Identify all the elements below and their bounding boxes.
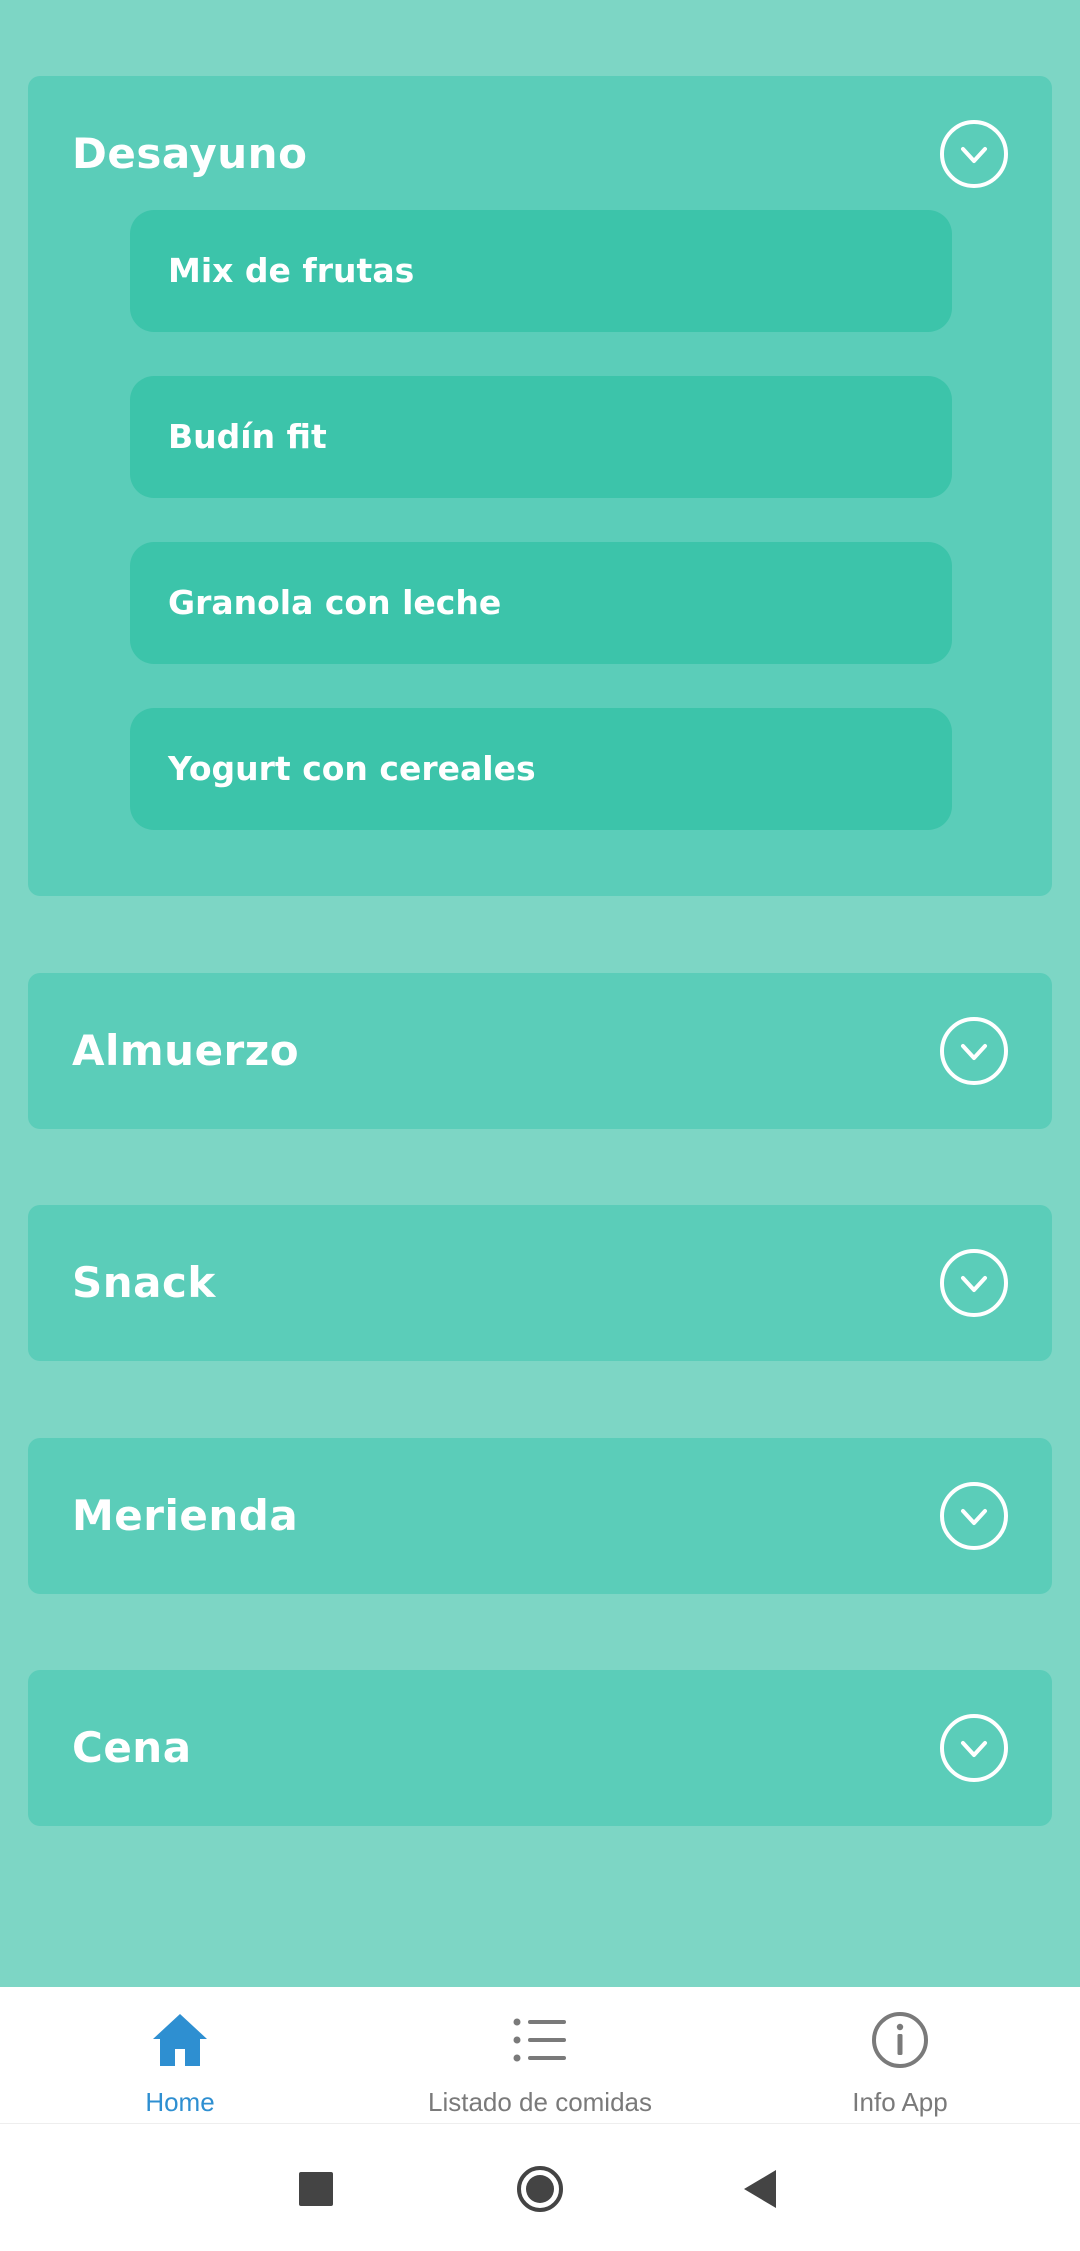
system-navigation-bar: [0, 2123, 1080, 2251]
meal-item[interactable]: Mix de frutas: [130, 210, 952, 332]
section-desayuno: Desayuno Mix de frutas Budín fit Granola…: [28, 76, 1052, 896]
section-title: Merienda: [72, 1491, 299, 1540]
section-header-desayuno[interactable]: Desayuno: [28, 76, 1052, 232]
triangle-back-icon[interactable]: [736, 2164, 786, 2214]
square-recents-icon[interactable]: [291, 2164, 341, 2214]
section-almuerzo[interactable]: Almuerzo: [28, 973, 1052, 1129]
section-cena[interactable]: Cena: [28, 1670, 1052, 1826]
nav-item-info[interactable]: Info App: [720, 1987, 1080, 2123]
chevron-down-icon[interactable]: [940, 1482, 1008, 1550]
nav-item-home[interactable]: Home: [0, 1987, 360, 2123]
nav-item-listado[interactable]: Listado de comidas: [360, 1987, 720, 2123]
meal-item-label: Mix de frutas: [168, 251, 415, 290]
circle-home-icon[interactable]: [515, 2164, 565, 2214]
section-header-almuerzo[interactable]: Almuerzo: [28, 973, 1052, 1129]
bottom-navigation: Home Listado de comidas Info App: [0, 1987, 1080, 2123]
meal-item-label: Budín fit: [168, 417, 327, 456]
meal-item-label: Yogurt con cereales: [168, 749, 536, 788]
meal-item[interactable]: Yogurt con cereales: [130, 708, 952, 830]
list-icon: [513, 2018, 566, 2062]
section-title: Cena: [72, 1723, 192, 1772]
section-header-merienda[interactable]: Merienda: [28, 1438, 1052, 1594]
nav-label: Home: [145, 2087, 215, 2117]
chevron-down-icon[interactable]: [940, 1714, 1008, 1782]
chevron-down-icon[interactable]: [940, 120, 1008, 188]
info-icon: [872, 2012, 928, 2068]
meal-item[interactable]: Granola con leche: [130, 542, 952, 664]
meal-item-label: Granola con leche: [168, 583, 502, 622]
nav-label: Listado de comidas: [427, 2087, 653, 2117]
section-title: Almuerzo: [72, 1026, 300, 1075]
chevron-down-icon[interactable]: [940, 1017, 1008, 1085]
section-title: Snack: [72, 1258, 216, 1307]
section-snack[interactable]: Snack: [28, 1205, 1052, 1361]
section-header-snack[interactable]: Snack: [28, 1205, 1052, 1361]
home-icon: [153, 2014, 207, 2066]
chevron-down-icon[interactable]: [940, 1249, 1008, 1317]
section-header-cena[interactable]: Cena: [28, 1670, 1052, 1826]
nav-label: Info App: [852, 2087, 948, 2117]
meal-item[interactable]: Budín fit: [130, 376, 952, 498]
app-screen: Desayuno Mix de frutas Budín fit Granola…: [0, 0, 1080, 2251]
section-merienda[interactable]: Merienda: [28, 1438, 1052, 1594]
section-title: Desayuno: [72, 129, 308, 178]
